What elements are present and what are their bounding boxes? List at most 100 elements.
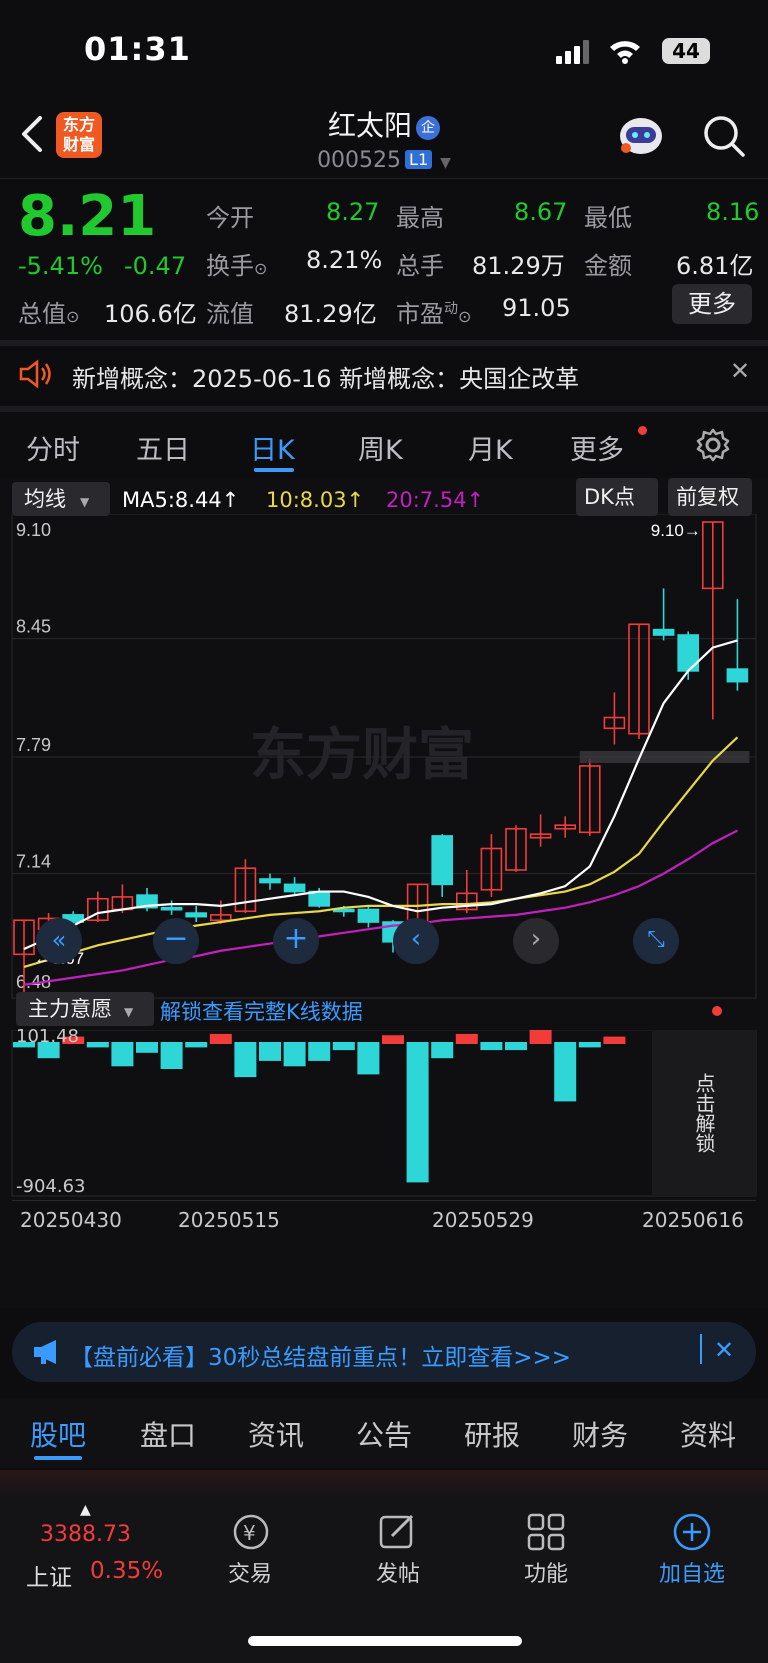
tab-wuri[interactable]: 五日 (136, 428, 190, 467)
mktcap-value: 106.6亿 (104, 300, 197, 328)
more-quote-button[interactable]: 更多 (672, 284, 752, 324)
close-icon[interactable]: ✕ (714, 1336, 734, 1364)
ma10-legend: 10:8.03↑ (266, 488, 365, 512)
index-change[interactable]: 0.35% (90, 1558, 163, 1584)
scroll-right-button[interactable]: › (513, 918, 559, 964)
tab-daily-k[interactable]: 日K (250, 428, 295, 467)
flow-bottom-label: -904.63 (16, 1176, 86, 1197)
nav-post[interactable]: 发帖 (358, 1556, 438, 1588)
candle-body (726, 668, 749, 683)
ma-select[interactable]: 均线 ▼ (12, 482, 110, 516)
volume-value: 81.29万 (472, 252, 565, 280)
adjust-button[interactable]: 前复权 (668, 478, 752, 516)
candle-body (283, 883, 306, 893)
flow-bar (308, 1042, 331, 1061)
candle-body (259, 878, 281, 884)
tab-fenshi[interactable]: 分时 (26, 428, 80, 467)
nav-add-watchlist[interactable]: 加自选 (652, 1556, 732, 1588)
flow-bar (529, 1030, 552, 1044)
ma5-line (23, 639, 738, 950)
ma20-legend: 20:7.54↑ (386, 488, 485, 512)
candle-body (652, 628, 675, 636)
watermark: 东方财富 (250, 723, 474, 786)
index-value[interactable]: 3388.73 (40, 1522, 131, 1547)
tab-profile[interactable]: 资料 (680, 1414, 736, 1454)
flow-bar (455, 1033, 478, 1044)
concept-notice[interactable]: 新增概念：2025-06-16 新增概念：央国企改革 ✕ (0, 343, 768, 405)
flow-bar (185, 1042, 208, 1048)
tab-monthly-k[interactable]: 月K (468, 428, 513, 467)
settings-gear-icon[interactable] (696, 428, 730, 462)
enterprise-badge: 企 (416, 116, 440, 140)
tab-more[interactable]: 更多 (570, 428, 624, 467)
kline-chart-panel[interactable]: 均线 ▼ MA5:8.44↑ 10:8.03↑ 20:7.54↑ DK点 前复权 … (0, 478, 768, 1308)
divider (0, 406, 768, 412)
flow-bar (283, 1042, 306, 1067)
y-tick-label: 8.45 (16, 617, 51, 637)
price-band (579, 751, 750, 763)
flow-bar (382, 1035, 404, 1044)
open-label: 今开 (206, 204, 254, 232)
tab-research[interactable]: 研报 (464, 1414, 520, 1454)
index-name[interactable]: 上证 (26, 1558, 72, 1592)
nav-function[interactable]: 功能 (506, 1556, 586, 1588)
scroll-left-button[interactable]: ‹ (393, 918, 439, 964)
change-percent: -5.41% (18, 252, 103, 280)
active-tab-indicator (34, 1456, 82, 1460)
volume-label: 总手 (396, 252, 444, 280)
flow-bar (505, 1042, 527, 1051)
tab-guba[interactable]: 股吧 (30, 1414, 86, 1454)
turnover-label: 换手⊙ (206, 252, 268, 280)
flow-bar (357, 1042, 380, 1075)
svg-text:¥: ¥ (243, 1521, 256, 1545)
candle-body (185, 912, 207, 918)
low-label: 最低 (584, 204, 632, 232)
unlock-side-button[interactable]: 点击解锁 (652, 1030, 756, 1196)
dropdown-icon: ▼ (440, 155, 451, 171)
nav-trade[interactable]: 交易 (210, 1556, 290, 1588)
flow-bar (578, 1042, 601, 1048)
flow-bar (332, 1042, 355, 1051)
amount-value: 6.81亿 (676, 252, 754, 280)
mktcap-label: 总值⊙ (18, 300, 80, 328)
zoom-in-button[interactable]: + (273, 918, 319, 964)
dk-point-button[interactable]: DK点 (576, 478, 658, 516)
float-value: 81.29亿 (284, 300, 377, 328)
tab-finance[interactable]: 财务 (572, 1414, 628, 1454)
flow-bar (86, 1042, 109, 1048)
unlock-kline-link[interactable]: 解锁查看完整K线数据 (160, 996, 363, 1026)
zoom-out-button[interactable]: − (153, 918, 199, 964)
battery-icon: 44 (662, 38, 710, 64)
live-dot (712, 1006, 722, 1016)
tab-weekly-k[interactable]: 周K (358, 428, 403, 467)
tab-announcements[interactable]: 公告 (356, 1414, 412, 1454)
open-value: 8.27 (326, 198, 380, 226)
flow-bar (406, 1042, 429, 1183)
close-icon[interactable]: ✕ (730, 357, 750, 385)
robot-assistant-icon[interactable] (616, 112, 666, 158)
change-amount: -0.47 (124, 252, 187, 280)
fullscreen-button[interactable]: ⤡ (633, 918, 679, 964)
tab-news[interactable]: 资讯 (248, 1414, 304, 1454)
wifi-icon (610, 41, 640, 64)
premarket-banner[interactable]: 【盘前必看】30秒总结盘前重点！立即查看>>> ✕ (12, 1322, 756, 1382)
status-time: 01:31 (84, 30, 191, 68)
current-price: 8.21 (18, 184, 157, 249)
flow-bar (160, 1042, 183, 1069)
date-label: 20250616 (642, 1208, 744, 1232)
flow-bar (259, 1042, 281, 1061)
y-tick-label: 7.14 (16, 852, 51, 872)
candle-body (357, 908, 380, 923)
date-label: 20250430 (20, 1208, 122, 1232)
flow-bar (234, 1042, 257, 1078)
rewind-button[interactable]: « (36, 918, 82, 964)
status-bar: 01:31 44 (0, 0, 768, 100)
flow-bar (136, 1042, 158, 1053)
search-icon[interactable] (702, 114, 746, 158)
tab-pankou[interactable]: 盘口 (140, 1414, 196, 1454)
candle-body (431, 835, 454, 886)
candle-body (160, 906, 183, 911)
ma5-legend: MA5:8.44↑ (122, 488, 240, 512)
flow-top-label: 101.48 (16, 1026, 79, 1047)
indicator-select[interactable]: 主力意愿 ▼ (16, 992, 154, 1026)
